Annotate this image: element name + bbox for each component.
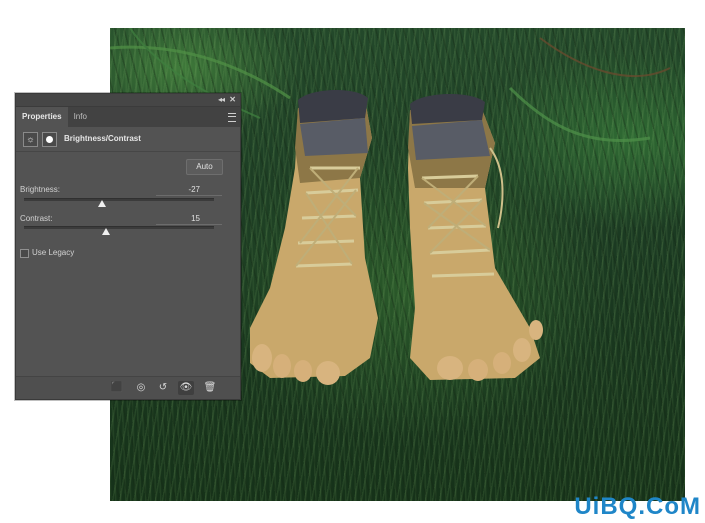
panel-menu-icon[interactable] xyxy=(228,113,236,122)
panel-tabs: Properties Info xyxy=(16,107,240,127)
clip-to-layer-icon[interactable]: ⬛ xyxy=(109,381,125,395)
brightness-label: Brightness: xyxy=(20,185,61,194)
layer-mask-icon[interactable] xyxy=(42,132,57,147)
contrast-value-underline xyxy=(156,224,222,225)
visibility-eye-icon[interactable]: 👁 xyxy=(178,381,194,395)
contrast-label: Contrast: xyxy=(20,214,53,223)
delete-icon[interactable]: 🗑 xyxy=(202,381,218,395)
close-panel-icon[interactable]: ✕ xyxy=(229,94,236,106)
auto-button[interactable]: Auto xyxy=(186,159,223,175)
properties-panel: ◂◂ ✕ Properties Info ☼ Brightness/Contra… xyxy=(15,93,241,400)
contrast-value[interactable]: 15 xyxy=(176,214,200,223)
brightness-value[interactable]: -27 xyxy=(176,185,200,194)
brightness-value-underline xyxy=(156,195,222,196)
left-boot-foot xyxy=(250,89,378,385)
panel-footer: ⬛ ◎ ↺ 👁 🗑 xyxy=(16,376,240,399)
contrast-slider-track[interactable] xyxy=(24,226,214,229)
adjustment-title: Brightness/Contrast xyxy=(64,134,141,143)
reset-icon[interactable]: ↺ xyxy=(155,381,171,395)
brightness-slider-track[interactable] xyxy=(24,198,214,201)
panel-title-bar[interactable]: ◂◂ ✕ xyxy=(16,94,240,107)
watermark-logo: UiBQ.CoM xyxy=(574,493,701,520)
use-legacy-checkbox[interactable] xyxy=(20,249,29,258)
brightness-slider-thumb[interactable] xyxy=(97,200,106,207)
contrast-slider-thumb[interactable] xyxy=(102,228,111,235)
tab-info[interactable]: Info xyxy=(68,107,93,127)
adjustment-header: ☼ Brightness/Contrast xyxy=(16,127,240,152)
collapse-panel-icon[interactable]: ◂◂ xyxy=(218,94,225,106)
right-boot-foot xyxy=(408,93,543,381)
sun-icon[interactable]: ☼ xyxy=(23,132,38,147)
tab-properties[interactable]: Properties xyxy=(16,107,68,127)
view-previous-state-icon[interactable]: ◎ xyxy=(133,381,149,395)
use-legacy-label: Use Legacy xyxy=(32,248,75,257)
